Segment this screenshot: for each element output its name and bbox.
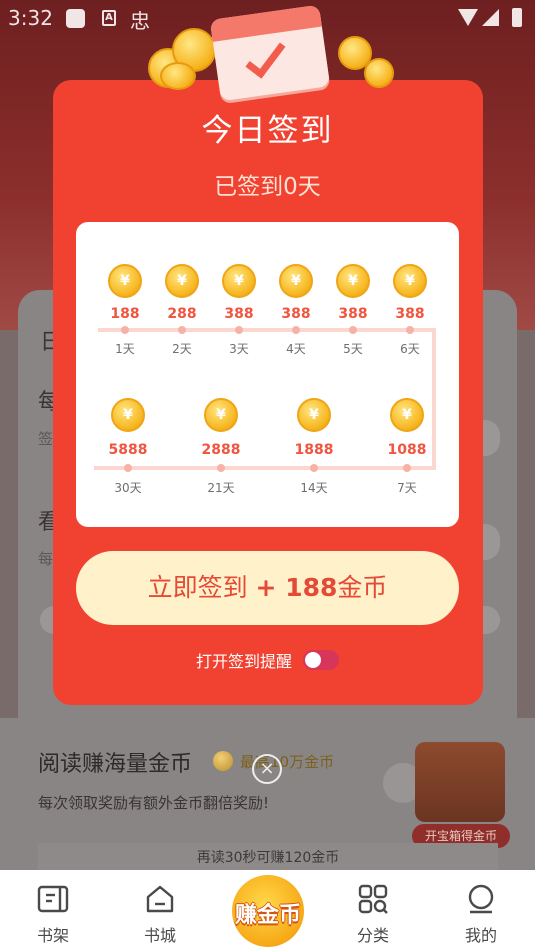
nav-label-category: 分类: [356, 926, 389, 945]
nav-label-bookshelf: 书架: [36, 926, 69, 945]
progress-dot: [235, 326, 243, 334]
reminder-label: 打开签到提醒: [195, 652, 292, 671]
home-icon: [146, 885, 174, 913]
coin-icon: [160, 62, 196, 90]
progress-dot: [121, 326, 129, 334]
day-label: 30天: [114, 481, 142, 495]
read-earn-title: 阅读赚海量金币: [38, 752, 193, 777]
check-icon: [245, 34, 286, 79]
coin-icon: ¥: [390, 398, 424, 432]
coin-icon: [364, 58, 394, 88]
status-time: 3:32: [8, 6, 53, 30]
progress-track: [94, 466, 436, 470]
reward-amount: 1088: [387, 442, 427, 458]
background-text: 每: [38, 550, 54, 568]
calendar-coins-illustration: [140, 0, 400, 102]
nav-item-category[interactable]: 分类: [333, 870, 413, 952]
day-label: 21天: [207, 481, 235, 495]
toggle-knob: [305, 652, 322, 668]
read-earn-subtitle: 每次领取奖励有额外金币翻倍奖励!: [38, 794, 270, 812]
nav-item-earn-coins[interactable]: 赚金币: [220, 875, 316, 947]
nav-label-bookstore: 书城: [143, 926, 176, 945]
bookshelf-icon: [37, 885, 69, 913]
coin-icon: [213, 751, 233, 771]
nav-label-earn-coins: 赚金币: [234, 903, 301, 928]
coin-icon: ¥: [336, 264, 370, 298]
notification-badge-icon: A: [102, 10, 116, 26]
coin-icon: ¥: [111, 398, 145, 432]
day-label: 4天: [286, 342, 306, 356]
day-label: 6天: [400, 342, 420, 356]
reward-amount: 2888: [201, 442, 241, 458]
read-progress-text: 再读30秒可赚120金币: [196, 850, 340, 866]
reward-amount: 5888: [108, 442, 148, 458]
nav-item-bookshelf[interactable]: 书架: [13, 870, 93, 952]
profile-icon: [468, 884, 494, 914]
coin-icon: ¥: [108, 264, 142, 298]
progress-dot: [406, 326, 414, 334]
background-text: 签: [38, 430, 54, 448]
progress-dot: [403, 464, 411, 472]
coin-icon: ¥: [222, 264, 256, 298]
reminder-row: 打开签到提醒: [0, 648, 535, 672]
reward-card: ¥ ¥ ¥ ¥ ¥ ¥ 188 288 388 388 388 388 1天 2…: [76, 222, 459, 527]
day-label: 7天: [397, 481, 417, 495]
progress-dot: [217, 464, 225, 472]
reminder-toggle[interactable]: [303, 650, 340, 670]
coin-icon: ¥: [279, 264, 313, 298]
nav-item-bookstore[interactable]: 书城: [120, 870, 200, 952]
reward-amount: 1888: [294, 442, 334, 458]
nav-label-mine: 我的: [464, 926, 497, 945]
progress-dot: [292, 326, 300, 334]
progress-dot: [124, 464, 132, 472]
nav-item-mine[interactable]: 我的: [441, 870, 521, 952]
day-label: 14天: [300, 481, 328, 495]
sign-in-bonus-unit: 金币: [337, 573, 388, 602]
progress-dot: [178, 326, 186, 334]
battery-icon: [512, 8, 522, 27]
sign-in-bonus: + 188: [255, 573, 338, 602]
coin-icon: ¥: [393, 264, 427, 298]
reward-amount: 388: [395, 306, 425, 322]
modal-title: 今日签到: [201, 113, 334, 149]
progress-dot: [349, 326, 357, 334]
progress-dot: [310, 464, 318, 472]
sign-in-count: 已签到0天: [214, 174, 321, 200]
coin-icon: ¥: [297, 398, 331, 432]
day-label: 5天: [343, 342, 363, 356]
signal-icon: [482, 9, 499, 26]
category-icon: [358, 884, 388, 914]
day-label: 1天: [115, 342, 135, 356]
wifi-icon: [458, 9, 478, 26]
progress-track: [98, 328, 434, 332]
close-button[interactable]: ×: [252, 754, 282, 784]
coin-icon: ¥: [204, 398, 238, 432]
sign-in-button-label: 立即签到: [147, 573, 248, 602]
read-progress-bar: 再读30秒可赚120金币: [38, 843, 498, 873]
treasure-chest-icon: [415, 742, 505, 822]
calendar-icon: [209, 4, 331, 102]
coin-icon: ¥: [165, 264, 199, 298]
sign-in-button[interactable]: 立即签到 + 188金币: [76, 551, 459, 625]
notification-icon: [66, 9, 85, 28]
day-label: 3天: [229, 342, 249, 356]
day-label: 2天: [172, 342, 192, 356]
